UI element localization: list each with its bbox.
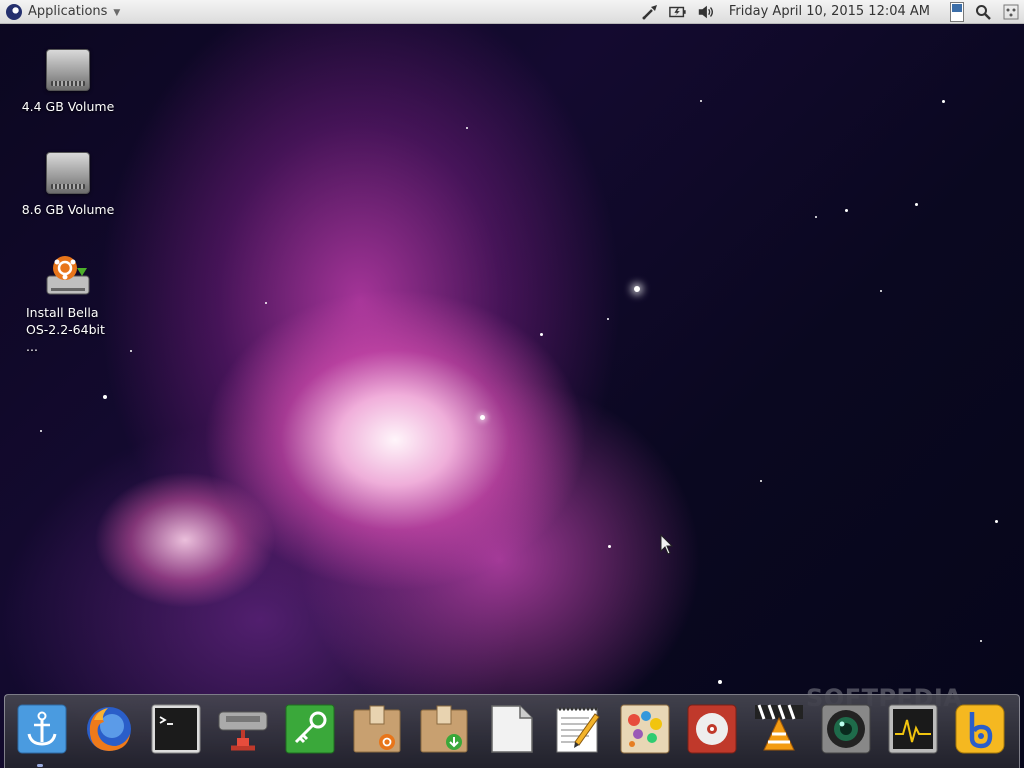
dock-item-paint[interactable] [620,704,670,754]
key-icon [285,704,335,754]
dock-item-vlc[interactable] [754,704,804,754]
desktop-icon-install-bella[interactable]: Install Bella OS-2.2-64bit ... [18,252,118,355]
hard-drive-icon [46,152,90,194]
document-icon [486,704,536,754]
applications-menu[interactable]: Applications ▼ [0,0,126,24]
package-download-icon [419,704,469,754]
desktop-icon-label: 4.4 GB Volume [21,99,115,114]
chevron-down-icon: ▼ [113,7,121,18]
clock[interactable]: Friday April 10, 2015 12:04 AM [725,4,940,19]
dock-item-camera[interactable] [821,704,871,754]
bella-logo-icon [6,3,22,20]
package-installer-icon [352,704,402,754]
battery-icon[interactable] [669,3,687,21]
desktop-icon-volume-8-6[interactable]: 8.6 GB Volume [18,152,118,217]
media-player-icon [687,704,737,754]
mouse-cursor-icon [660,533,674,560]
vlc-icon [754,704,804,754]
dock-item-document[interactable] [486,704,536,754]
dock-item-bella[interactable] [955,704,1005,754]
volume-icon[interactable] [697,3,715,21]
bella-b-icon [955,704,1005,754]
dock-item-network-tool[interactable] [218,704,268,754]
system-tray: Friday April 10, 2015 12:04 AM [641,0,1024,24]
dock-item-terminal[interactable] [151,704,201,754]
firefox-icon [84,704,134,754]
desktop-icon-label: Install Bella OS-2.2-64bit ... [26,305,105,354]
camera-icon [821,704,871,754]
text-editor-icon [553,704,603,754]
desktop-icon-label: 8.6 GB Volume [21,202,115,217]
workspace-switcher-icon[interactable] [950,1,964,22]
dock-item-anchor[interactable] [17,704,67,754]
search-icon[interactable] [974,3,992,21]
network-wired-icon[interactable] [641,3,659,21]
dock-item-text-editor[interactable] [553,704,603,754]
anchor-icon [17,704,67,754]
network-tool-icon [218,704,268,754]
hard-drive-icon [46,49,90,91]
paint-icon [620,704,670,754]
user-session-icon[interactable] [1002,3,1020,21]
dock-item-media-player[interactable] [687,704,737,754]
dock-item-system-monitor[interactable] [888,704,938,754]
top-panel: Applications ▼ Friday April 10, 2015 12:… [0,0,1024,24]
system-monitor-icon [888,704,938,754]
applications-label: Applications [28,4,108,19]
dock-item-package-download[interactable] [419,704,469,754]
dock-item-package-installer[interactable] [352,704,402,754]
installer-icon [43,252,93,298]
dock-item-firefox[interactable] [84,704,134,754]
dock-item-keys[interactable] [285,704,335,754]
terminal-icon [151,704,201,754]
running-indicator [37,764,43,767]
desktop-icon-volume-4-4[interactable]: 4.4 GB Volume [18,49,118,114]
